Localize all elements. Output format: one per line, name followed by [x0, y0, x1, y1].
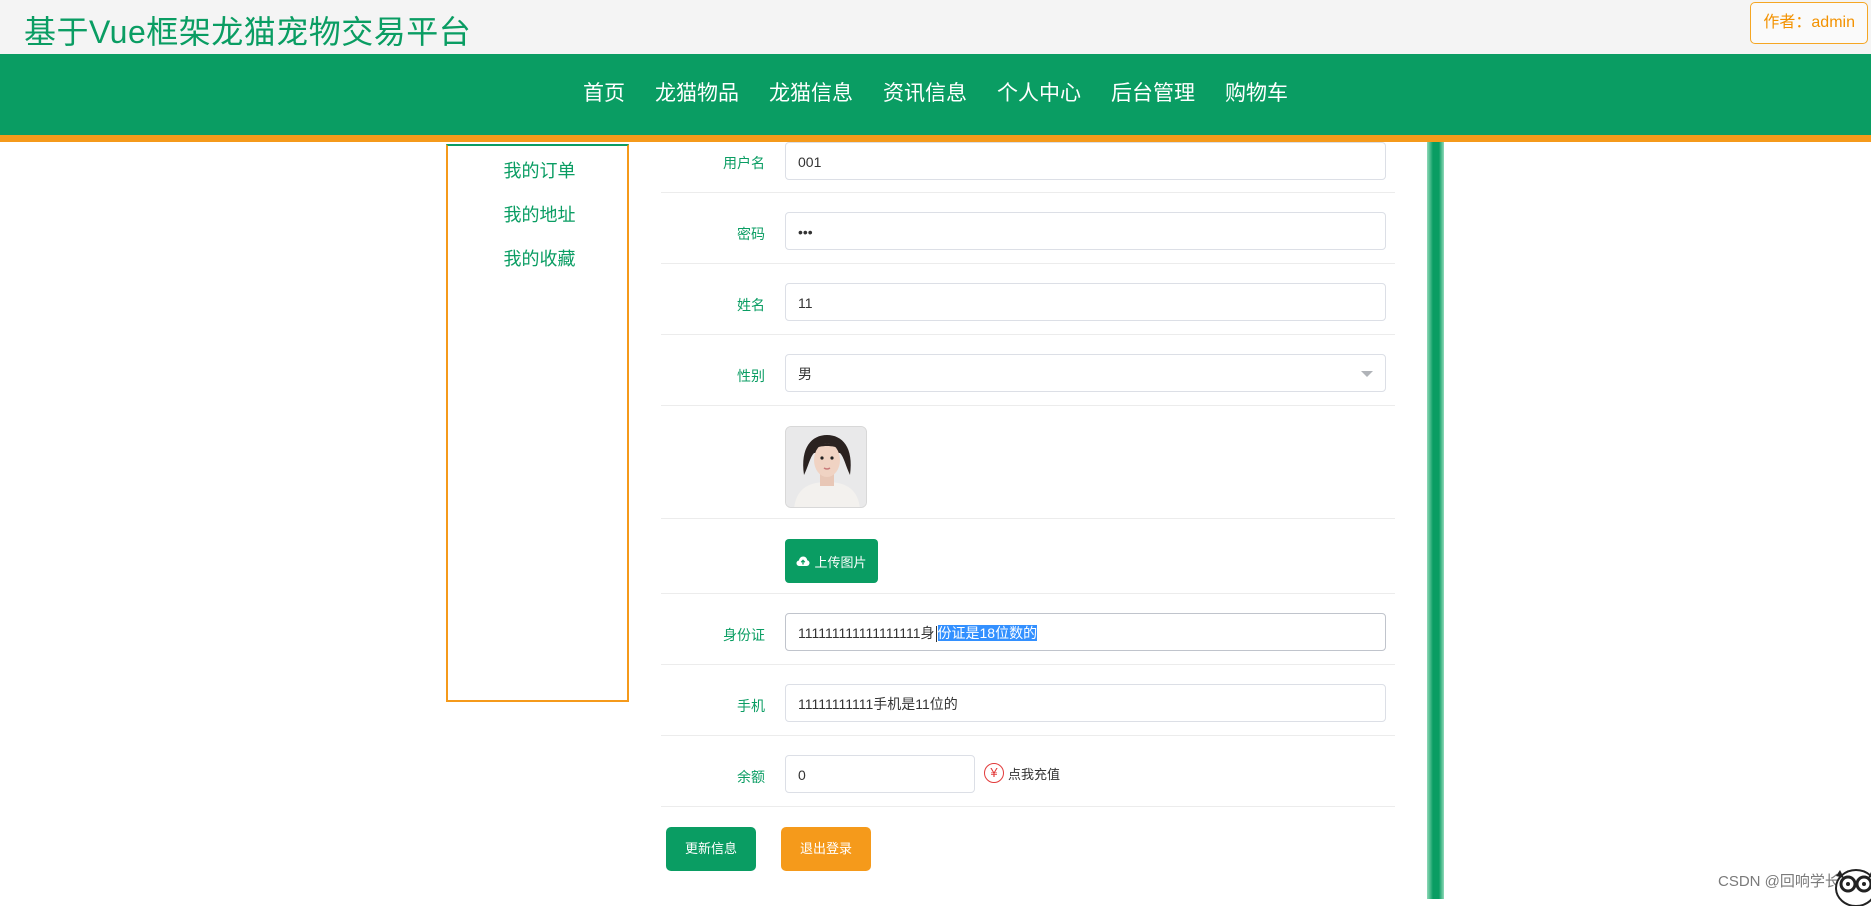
username-label: 用户名 [723, 155, 765, 171]
nav-item-news[interactable]: 资讯信息 [883, 77, 967, 107]
recharge-link[interactable]: ¥ 点我充值 [984, 763, 1060, 783]
form-row-password: 密码 ••• [661, 192, 1395, 264]
form-row-phone: 手机 11111111111手机是11位的 [661, 664, 1395, 736]
password-input[interactable]: ••• [785, 212, 1386, 250]
gender-select[interactable]: 男 [785, 354, 1386, 392]
password-label: 密码 [737, 226, 765, 242]
sidebar-menu: 我的订单 我的地址 我的收藏 [446, 144, 629, 702]
upload-image-button[interactable]: 上传图片 [785, 539, 878, 583]
gender-selected-value: 男 [798, 366, 812, 382]
yen-icon: ¥ [984, 763, 1004, 783]
nav-item-chinchilla-goods[interactable]: 龙猫物品 [655, 77, 739, 107]
form-row-gender: 性别 男 [661, 334, 1395, 406]
logout-button[interactable]: 退出登录 [781, 827, 871, 871]
author-badge[interactable]: 作者：admin [1750, 2, 1868, 44]
sidebar-item-orders[interactable]: 我的订单 [448, 157, 631, 183]
csdn-watermark: CSDN @回响学长 [1718, 873, 1840, 890]
name-label: 姓名 [737, 297, 765, 313]
sidebar-item-address[interactable]: 我的地址 [448, 201, 631, 227]
decorative-stripe [1427, 142, 1444, 899]
form-row-upload [661, 518, 1395, 594]
idcard-label: 身份证 [723, 627, 765, 643]
top-header: 基于Vue框架龙猫宠物交易平台 作者：admin [0, 0, 1871, 54]
nav-item-home[interactable]: 首页 [583, 77, 625, 107]
upload-cloud-icon [796, 556, 810, 566]
nav-menu: 首页 龙猫物品 龙猫信息 资讯信息 个人中心 后台管理 购物车 [0, 54, 1871, 129]
form-row-avatar [661, 405, 1395, 519]
recharge-label: 点我充值 [1008, 766, 1061, 782]
select-arrow-icon [1361, 371, 1373, 377]
site-title: 基于Vue框架龙猫宠物交易平台 [24, 14, 472, 50]
update-info-button[interactable]: 更新信息 [666, 827, 756, 871]
idcard-input[interactable]: 111111111111111111身 份证是18位数的 [785, 613, 1386, 651]
gender-label: 性别 [737, 368, 765, 384]
phone-input[interactable]: 11111111111手机是11位的 [785, 684, 1386, 722]
nav-item-chinchilla-info[interactable]: 龙猫信息 [769, 77, 853, 107]
balance-label: 余额 [737, 769, 765, 785]
form-row-username: 用户名 001 [661, 142, 1395, 193]
upload-button-label: 上传图片 [814, 554, 867, 570]
nav-accent-bar [0, 135, 1871, 142]
name-input[interactable]: 11 [785, 283, 1386, 321]
idcard-value: 111111111111111111身 [798, 625, 935, 641]
nav-item-cart[interactable]: 购物车 [1225, 77, 1288, 107]
phone-label: 手机 [737, 698, 765, 714]
form-row-name: 姓名 11 [661, 263, 1395, 335]
nav-item-personal-center[interactable]: 个人中心 [997, 77, 1081, 107]
form-row-idcard: 身份证 111111111111111111身 份证是18位数的 [661, 593, 1395, 665]
username-input[interactable]: 001 [785, 142, 1386, 180]
nav-item-admin[interactable]: 后台管理 [1111, 77, 1195, 107]
avatar-image [785, 426, 867, 508]
sidebar-item-favorites[interactable]: 我的收藏 [448, 245, 631, 271]
text-cursor [935, 626, 937, 643]
balance-input[interactable]: 0 [785, 755, 975, 793]
idcard-selected-text: 份证是18位数的 [937, 625, 1038, 641]
